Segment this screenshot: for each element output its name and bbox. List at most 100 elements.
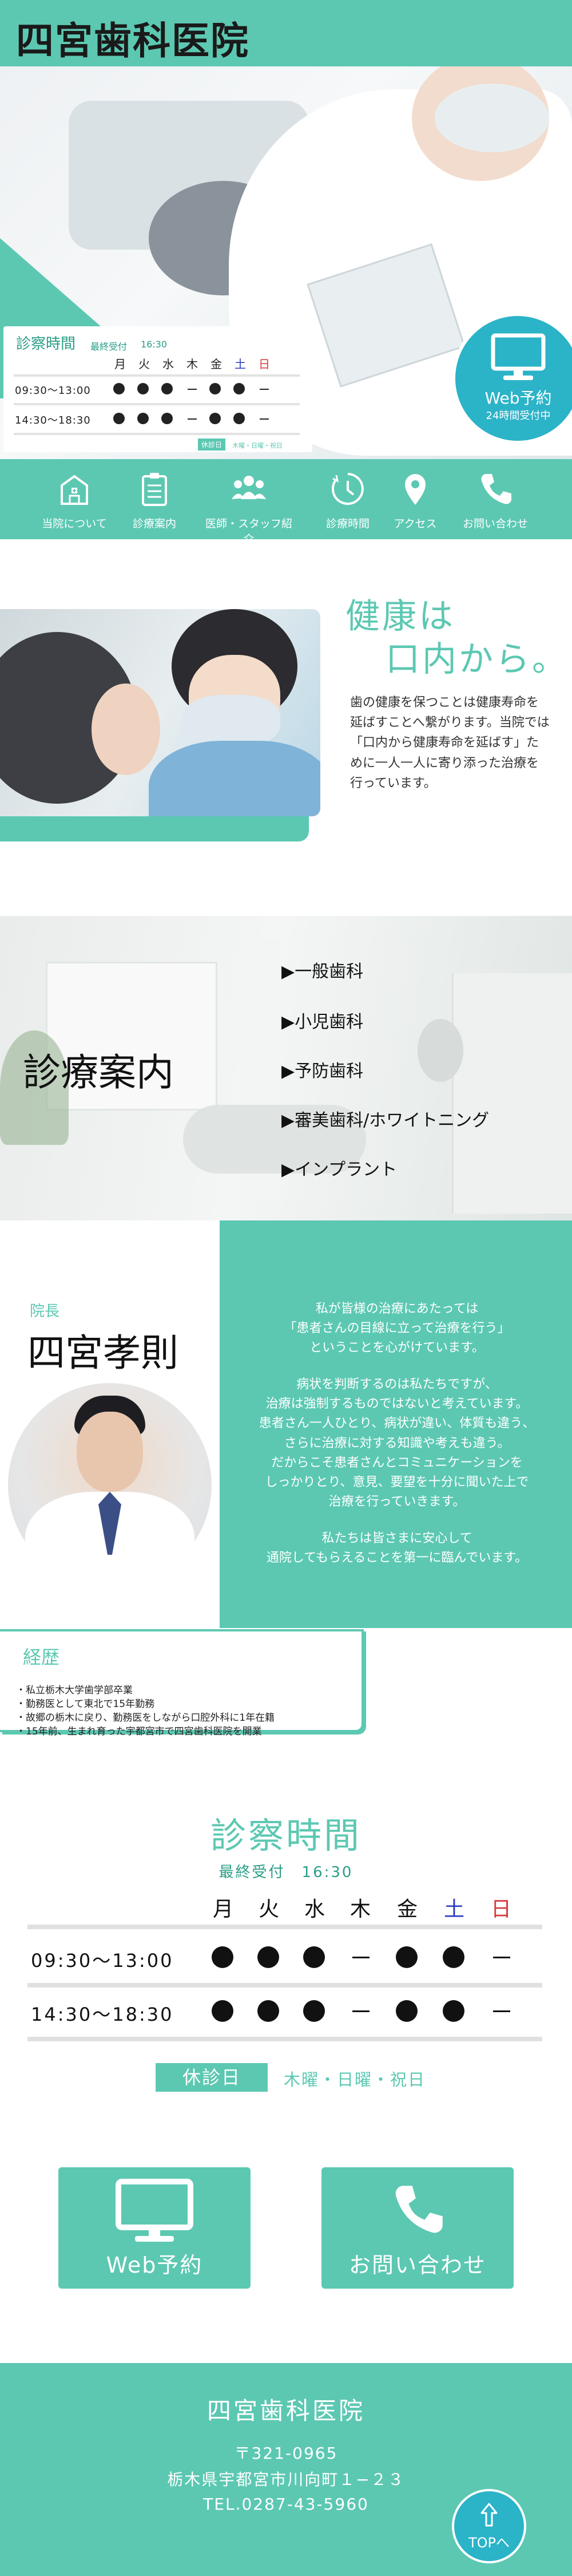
director-role: 院長	[30, 1303, 60, 1320]
nav-item-staff[interactable]: 医師・スタッフ紹介	[203, 459, 295, 546]
footer-postal: 〒321-0965	[234, 2444, 338, 2463]
career-item: ・故郷の栃木に戻り、勤務医をしながら口腔外科に1年在籍	[16, 1712, 275, 1724]
divider	[27, 1983, 542, 1988]
contact-cta-label: お問い合わせ	[348, 2253, 486, 2278]
career-item: ・私立栃木大学歯学部卒業	[16, 1685, 133, 1696]
health-body-text: 歯の健康を保つことは健康寿命を延ばすことへ繋がります。当院では「口内から健康寿命…	[350, 696, 550, 791]
hero-day-mon: 月	[114, 357, 126, 371]
divider	[27, 1925, 542, 1929]
career-item: ・勤務医として東北で15年勤務	[16, 1698, 155, 1710]
hero-hours-row-am: 09:30〜13:00	[15, 385, 91, 397]
health-accent-strip	[0, 816, 309, 841]
closed-mark	[188, 389, 197, 390]
nav-label: 医師・スタッフ紹介	[205, 517, 292, 546]
day-thu: 木	[350, 1898, 371, 1921]
open-mark	[233, 383, 245, 394]
main-nav: 当院について 診療案内 医師・スタッフ紹介 診療時間 アクセス お問い合わせ	[0, 459, 572, 546]
hours-title: 診察時間	[210, 1815, 362, 1856]
day-mon: 月	[213, 1898, 234, 1921]
treatment-item-preventive[interactable]: ▶予防歯科	[281, 1057, 363, 1082]
clipboard-icon	[142, 473, 167, 506]
divider	[14, 374, 300, 377]
treatment-item-general[interactable]: ▶一般歯科	[281, 957, 363, 982]
treatment-item-implant[interactable]: ▶インプラント	[281, 1155, 397, 1180]
monitor-icon	[116, 2179, 193, 2242]
health-patient-face	[92, 683, 160, 775]
clock-icon	[331, 473, 364, 505]
health-heading-line2: 口内から。	[386, 639, 569, 679]
hero-day-fri: 金	[210, 357, 222, 371]
hours-row-am: 09:30〜13:00	[31, 1950, 174, 1971]
open-mark	[396, 1946, 418, 1968]
director-message-p3: 私たちは皆さまに安心して 通院してもらえることを第一に臨んでいます。	[266, 1531, 528, 1566]
closed-days-badge: 休診日	[156, 2063, 268, 2092]
building-icon	[61, 475, 88, 505]
health-dentist-mask	[183, 695, 280, 746]
treatment-item-pediatric[interactable]: ▶小児歯科	[281, 1008, 363, 1033]
open-mark	[137, 413, 149, 424]
day-tue: 火	[259, 1898, 280, 1921]
contact-cta-button[interactable]: お問い合わせ	[321, 2167, 514, 2289]
open-mark	[137, 383, 149, 394]
day-fri: 金	[397, 1898, 418, 1921]
divider	[14, 433, 300, 435]
treatment-cabinet-shape	[452, 973, 572, 1214]
hours-last-reception: 最終受付 16:30	[219, 1864, 353, 1881]
site-title[interactable]: 四宮歯科医院	[16, 10, 249, 65]
hero-day-sat: 土	[235, 357, 246, 371]
closed-mark	[260, 418, 269, 420]
day-sun: 日	[491, 1898, 512, 1921]
director-photo	[8, 1383, 212, 1587]
career-title: 経歴	[23, 1646, 60, 1668]
hero-closed-badge: 休診日	[198, 438, 226, 451]
back-to-top-label: TOPへ	[468, 2535, 510, 2551]
arrow-up-icon	[480, 2503, 498, 2527]
web-reserve-label: Web予約	[484, 389, 552, 408]
nav-label: 診療案内	[132, 517, 176, 530]
closed-days-text: 木曜・日曜・祝日	[284, 2070, 426, 2089]
footer-clinic-name: 四宮歯科医院	[206, 2397, 365, 2425]
closed-mark	[493, 1957, 510, 1958]
open-mark	[257, 2000, 279, 2022]
nav-item-treatment[interactable]: 診療案内	[109, 459, 200, 539]
open-mark	[161, 383, 173, 394]
open-mark	[209, 383, 221, 394]
open-mark	[113, 383, 125, 394]
hours-row-pm: 14:30〜18:30	[31, 2004, 174, 2025]
web-reserve-cta-button[interactable]: Web予約	[58, 2167, 251, 2289]
divider	[27, 2037, 542, 2041]
director-message-p1: 私が皆様の治療にあたっては 「患者さんの目線に立って治療を行う」 ということを心…	[284, 1302, 510, 1356]
career-item: ・15年前、生まれ育った宇都宮市で四宮歯科医院を開業	[16, 1726, 262, 1737]
closed-mark	[352, 1957, 370, 1958]
day-sat: 土	[444, 1898, 465, 1921]
nav-item-contact[interactable]: お問い合わせ	[450, 459, 541, 539]
site-header: 四宮歯科医院	[0, 0, 572, 66]
monitor-icon	[491, 333, 546, 380]
back-to-top-button[interactable]: TOPへ	[452, 2489, 526, 2563]
nav-item-access[interactable]: アクセス	[370, 459, 461, 539]
closed-mark	[188, 418, 197, 420]
director-face	[77, 1412, 143, 1492]
nav-item-about[interactable]: 当院について	[29, 459, 120, 539]
open-mark	[209, 413, 221, 424]
open-mark	[443, 2000, 464, 2022]
web-reserve-cta-label: Web予約	[106, 2253, 203, 2278]
hero-hours-title: 診察時間	[16, 335, 76, 353]
hero-day-wed: 水	[162, 357, 174, 371]
open-mark	[212, 2000, 233, 2022]
hero-day-thu: 木	[186, 357, 198, 371]
phone-icon	[481, 474, 511, 504]
health-heading: 健康は 口内から。	[345, 595, 569, 681]
hero-closed-days: 木曜・日曜・祝日	[232, 442, 283, 449]
map-pin-icon	[405, 474, 426, 505]
director-message: 私が皆様の治療にあたっては 「患者さんの目線に立って治療を行う」 ということを心…	[231, 1299, 563, 1585]
treatment-item-cosmetic[interactable]: ▶審美歯科/ホワイトニング	[281, 1106, 489, 1131]
open-mark	[233, 413, 245, 424]
divider	[14, 403, 300, 405]
health-dentist-scrubs	[149, 741, 320, 816]
open-mark	[303, 1946, 325, 1968]
health-photo	[0, 609, 320, 816]
open-mark	[161, 413, 173, 424]
nav-label: 当院について	[42, 517, 107, 530]
phone-icon	[395, 2186, 443, 2233]
